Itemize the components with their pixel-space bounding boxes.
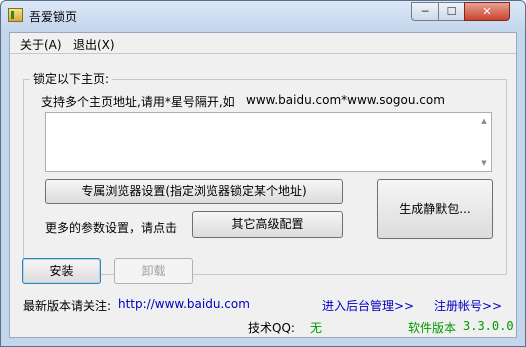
menu-about[interactable]: 关于(A) [20, 36, 62, 53]
backend-admin-link[interactable]: 进入后台管理>> [322, 297, 414, 314]
tech-qq-label: 技术QQ: [248, 321, 295, 335]
main-window: 吾爱锁页 ─ ☐ ✕ 关于(A) 退出(X) 锁定以下主页: 支持多个主页地址,… [0, 0, 526, 347]
maximize-button[interactable]: ☐ [438, 2, 465, 21]
latest-version-label: 最新版本请关注: [23, 299, 112, 313]
uninstall-button[interactable]: 卸载 [114, 258, 193, 284]
url-hint: 支持多个主页地址,请用*星号隔开,如 [41, 95, 235, 109]
url-input[interactable]: ▲ ▼ [45, 112, 492, 172]
install-button[interactable]: 安装 [22, 258, 101, 284]
window-title: 吾爱锁页 [29, 10, 78, 24]
tech-qq-value: 无 [310, 321, 323, 335]
software-version-label: 软件版本 [408, 321, 457, 335]
scroll-down-icon[interactable]: ▼ [479, 158, 489, 168]
lock-group-title: 锁定以下主页: [30, 70, 113, 87]
menu-exit[interactable]: 退出(X) [73, 36, 115, 53]
minimize-button[interactable]: ─ [411, 2, 439, 21]
menu-bar: 关于(A) 退出(X) [10, 33, 516, 54]
app-icon [8, 8, 23, 22]
register-account-link[interactable]: 注册帐号>> [434, 297, 502, 314]
browser-settings-button[interactable]: 专属浏览器设置(指定浏览器锁定某个地址) [45, 179, 343, 204]
software-version-value: 3.3.0.0 [463, 319, 514, 333]
latest-version-link[interactable]: http://www.baidu.com [118, 297, 250, 311]
scroll-up-icon[interactable]: ▲ [479, 116, 489, 126]
url-example: www.baidu.com*www.sogou.com [246, 93, 445, 107]
advanced-config-button[interactable]: 其它高级配置 [192, 211, 343, 238]
title-bar[interactable]: 吾爱锁页 ─ ☐ ✕ [1, 1, 525, 29]
more-settings-label: 更多的参数设置，请点击 [45, 221, 178, 235]
generate-silent-package-button[interactable]: 生成静默包... [377, 179, 493, 239]
client-area: 关于(A) 退出(X) 锁定以下主页: 支持多个主页地址,请用*星号隔开,如 w… [9, 32, 517, 338]
close-button[interactable]: ✕ [464, 2, 510, 21]
